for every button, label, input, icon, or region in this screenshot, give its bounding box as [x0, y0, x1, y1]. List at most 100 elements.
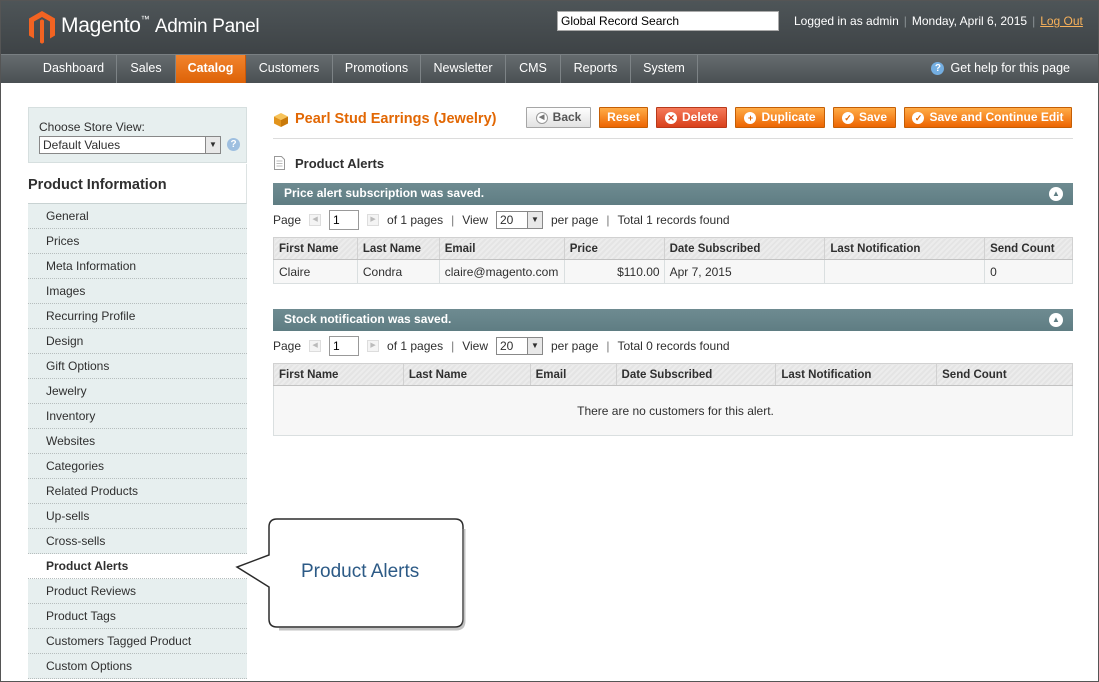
sidebar-item-gift-options[interactable]: Gift Options [28, 354, 247, 379]
cell-last-name: Condra [356, 259, 440, 284]
page-input[interactable] [329, 336, 360, 356]
save-continue-label: Save and Continue Edit [929, 110, 1064, 124]
sidebar-item-up-sells[interactable]: Up-sells [28, 504, 247, 529]
cell-price: $110.00 [563, 259, 665, 284]
global-search-input[interactable] [557, 11, 779, 31]
column-header[interactable]: Price [563, 237, 665, 260]
store-view-label: Choose Store View: [39, 120, 145, 134]
table-row: There are no customers for this alert. [273, 385, 1073, 436]
section-title: Product Alerts [295, 156, 385, 171]
sidebar-item-inventory[interactable]: Inventory [28, 404, 247, 429]
per-page-select[interactable]: 20 ▼ [496, 337, 543, 355]
back-button[interactable]: ◀ Back [526, 107, 591, 128]
sidebar-item-customers-tagged-product[interactable]: Customers Tagged Product [28, 629, 247, 654]
sidebar-item-product-alerts[interactable]: Product Alerts [28, 554, 247, 579]
column-header[interactable]: Date Subscribed [663, 237, 826, 260]
column-header[interactable]: Email [529, 363, 617, 386]
page-label: Page [273, 213, 302, 227]
save-continue-button[interactable]: ✓ Save and Continue Edit [904, 107, 1072, 128]
column-header[interactable]: Email [438, 237, 565, 260]
column-header[interactable]: Send Count [984, 237, 1073, 260]
sidebar-item-product-reviews[interactable]: Product Reviews [28, 579, 247, 604]
cell-first-name: Claire [273, 259, 358, 284]
column-header[interactable]: Last Name [356, 237, 440, 260]
collapse-up-icon[interactable]: ▲ [1049, 313, 1063, 327]
delete-button[interactable]: ✕ Delete [656, 107, 727, 128]
table-row[interactable]: Claire Condra claire@magento.com $110.00… [273, 259, 1073, 284]
next-page-icon[interactable]: ▶ [367, 214, 380, 226]
prev-page-icon[interactable]: ◀ [309, 340, 322, 352]
per-page-select[interactable]: 20 ▼ [496, 211, 543, 229]
chevron-down-icon[interactable]: ▼ [205, 137, 220, 153]
sidebar-item-meta-information[interactable]: Meta Information [28, 254, 247, 279]
separator: | [606, 339, 610, 353]
column-header[interactable]: Last Name [402, 363, 531, 386]
nav-customers[interactable]: Customers [246, 55, 333, 83]
store-view-select[interactable]: Default Values ▼ [39, 136, 221, 154]
sidebar-item-general[interactable]: General [28, 204, 247, 229]
sidebar-item-cross-sells[interactable]: Cross-sells [28, 529, 247, 554]
magento-logo-icon[interactable] [28, 10, 56, 44]
nav-promotions[interactable]: Promotions [333, 55, 421, 83]
sidebar-item-recurring-profile[interactable]: Recurring Profile [28, 304, 247, 329]
nav-catalog[interactable]: Catalog [176, 55, 246, 83]
sidebar-item-design[interactable]: Design [28, 329, 247, 354]
help-link[interactable]: ? Get help for this page [931, 61, 1070, 75]
collapse-up-icon[interactable]: ▲ [1049, 187, 1063, 201]
close-icon: ✕ [664, 111, 677, 124]
empty-message: There are no customers for this alert. [273, 385, 1073, 436]
nav-newsletter[interactable]: Newsletter [421, 55, 506, 83]
store-help-icon[interactable]: ? [227, 138, 240, 151]
save-button[interactable]: ✓ Save [833, 107, 896, 128]
save-label: Save [858, 110, 888, 124]
column-header[interactable]: First Name [273, 237, 358, 260]
header-user-info: Logged in as admin | Monday, April 6, 2015… [794, 14, 1083, 28]
plus-icon: + [744, 111, 757, 124]
sidebar-item-custom-options[interactable]: Custom Options [28, 654, 247, 679]
sidebar-item-images[interactable]: Images [28, 279, 247, 304]
nav-reports[interactable]: Reports [561, 55, 631, 83]
product-box-icon [274, 113, 288, 127]
of-pages-text: of 1 pages [387, 213, 444, 227]
total-records-text: Total 1 records found [617, 213, 730, 227]
column-header[interactable]: Send Count [936, 363, 1073, 386]
chevron-down-icon[interactable]: ▼ [527, 338, 542, 354]
column-header[interactable]: Last Notification [775, 363, 938, 386]
logout-link[interactable]: Log Out [1040, 14, 1083, 28]
nav-cms[interactable]: CMS [506, 55, 561, 83]
reset-button[interactable]: Reset [599, 107, 648, 128]
nav-sales[interactable]: Sales [117, 55, 176, 83]
price-alert-header[interactable]: Price alert subscription was saved. ▲ [273, 183, 1073, 205]
per-page-value: 20 [500, 213, 514, 227]
product-tabs: General Prices Meta Information Images R… [28, 204, 247, 679]
nav-dashboard[interactable]: Dashboard [31, 55, 117, 83]
page-input[interactable] [329, 210, 360, 230]
document-icon [274, 156, 285, 170]
stock-alert-header[interactable]: Stock notification was saved. ▲ [273, 309, 1073, 331]
separator: | [451, 339, 455, 353]
back-label: Back [552, 110, 582, 124]
arrow-left-icon: ◀ [535, 111, 548, 124]
sidebar-item-product-tags[interactable]: Product Tags [28, 604, 247, 629]
stock-alert-pager: Page ◀ ▶ of 1 pages | View 20▼ per page … [273, 336, 730, 356]
column-header[interactable]: Date Subscribed [615, 363, 777, 386]
cell-date-subscribed: Apr 7, 2015 [663, 259, 826, 284]
check-icon: ✓ [841, 111, 854, 124]
nav-system[interactable]: System [631, 55, 698, 83]
next-page-icon[interactable]: ▶ [367, 340, 380, 352]
brand-suffix: Admin Panel [154, 16, 260, 37]
prev-page-icon[interactable]: ◀ [309, 214, 322, 226]
separator: | [606, 213, 610, 227]
sidebar-item-websites[interactable]: Websites [28, 429, 247, 454]
duplicate-button[interactable]: + Duplicate [735, 107, 825, 128]
per-page-text: per page [551, 213, 599, 227]
sidebar-item-prices[interactable]: Prices [28, 229, 247, 254]
column-header[interactable]: First Name [273, 363, 404, 386]
sidebar-item-jewelry[interactable]: Jewelry [28, 379, 247, 404]
chevron-down-icon[interactable]: ▼ [527, 212, 542, 228]
column-header[interactable]: Last Notification [824, 237, 986, 260]
cell-email: claire@magento.com [438, 259, 565, 284]
store-view-box: Choose Store View: Default Values ▼ ? [28, 107, 247, 163]
sidebar-item-categories[interactable]: Categories [28, 454, 247, 479]
sidebar-item-related-products[interactable]: Related Products [28, 479, 247, 504]
